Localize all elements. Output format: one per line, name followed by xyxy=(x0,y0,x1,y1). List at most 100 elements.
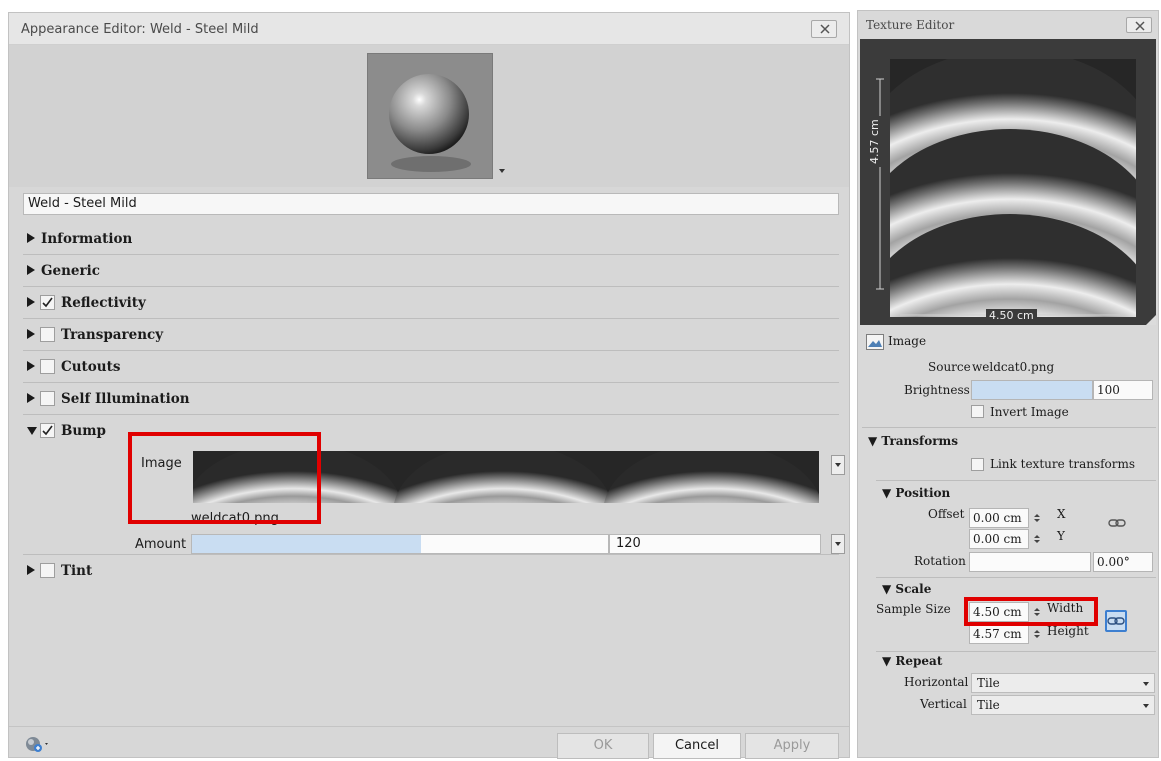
link-scale-icon[interactable] xyxy=(1105,610,1127,632)
footer-divider xyxy=(9,726,849,727)
source-label: Source xyxy=(928,360,971,374)
brightness-label: Brightness xyxy=(904,383,970,397)
brightness-slider-fill xyxy=(972,381,1092,399)
divider xyxy=(876,651,1156,652)
source-value[interactable]: weldcat0.png xyxy=(972,360,1054,374)
repeat-header[interactable]: ▼ Repeat xyxy=(882,654,942,668)
offset-y-spinner-icon[interactable] xyxy=(1030,530,1044,548)
section-transparency[interactable]: Transparency xyxy=(23,319,839,351)
image-thumbnail-icon xyxy=(866,334,884,354)
brightness-value-field[interactable]: 100 xyxy=(1093,380,1153,400)
add-material-icon xyxy=(26,737,48,752)
horizontal-label: Horizontal xyxy=(904,675,969,689)
section-label: Reflectivity xyxy=(61,295,146,311)
sample-height-field[interactable]: 4.57 cm xyxy=(969,624,1029,644)
offset-x-field[interactable]: 0.00 cm xyxy=(969,508,1029,528)
bump-image-dropdown[interactable] xyxy=(831,455,845,475)
bump-checkbox[interactable] xyxy=(40,423,55,438)
self-illumination-checkbox[interactable] xyxy=(40,391,55,406)
cutouts-checkbox[interactable] xyxy=(40,359,55,374)
link-texture-transforms-checkbox[interactable] xyxy=(971,458,984,471)
texture-editor-titlebar: Texture Editor xyxy=(858,11,1158,39)
material-swatch[interactable] xyxy=(367,53,493,179)
collapse-arrow-icon[interactable] xyxy=(27,427,37,435)
image-section-header: Image xyxy=(888,334,927,348)
appearance-editor-panel: Appearance Editor: Weld - Steel Mild Wel… xyxy=(8,12,850,759)
vertical-label: Vertical xyxy=(920,697,967,711)
repeat-header-label: Repeat xyxy=(895,654,943,668)
expand-arrow-icon[interactable] xyxy=(27,329,35,339)
expand-arrow-icon[interactable] xyxy=(27,565,35,575)
section-self-illumination[interactable]: Self Illumination xyxy=(23,383,839,415)
section-tint[interactable]: Tint xyxy=(23,555,839,587)
expand-arrow-icon[interactable] xyxy=(27,265,35,275)
section-label: Information xyxy=(41,231,133,247)
offset-label: Offset xyxy=(928,507,965,521)
offset-x-spinner-icon[interactable] xyxy=(1030,509,1044,527)
material-name-field[interactable]: Weld - Steel Mild xyxy=(23,193,839,215)
section-label: Transparency xyxy=(61,327,164,343)
section-label: Tint xyxy=(61,563,93,579)
amount-slider[interactable] xyxy=(191,534,609,554)
material-preview-area xyxy=(9,45,849,187)
amount-slider-fill xyxy=(192,535,421,553)
amount-dropdown[interactable] xyxy=(831,534,845,554)
weld-texture-preview xyxy=(876,59,1156,325)
section-cutouts[interactable]: Cutouts xyxy=(23,351,839,383)
divider xyxy=(876,577,1156,578)
expand-arrow-icon[interactable] xyxy=(27,361,35,371)
sphere-preview-icon xyxy=(389,74,471,172)
expand-arrow-icon[interactable] xyxy=(27,393,35,403)
section-label: Cutouts xyxy=(61,359,121,375)
offset-y-field[interactable]: 0.00 cm xyxy=(969,529,1029,549)
swatch-menu-arrow-icon[interactable] xyxy=(499,169,505,173)
rotation-label: Rotation xyxy=(914,554,966,568)
texture-editor-panel: Texture Editor 4.57 cm 4.50 cm Image Sou… xyxy=(857,10,1159,758)
section-information[interactable]: Information xyxy=(23,223,839,255)
expand-arrow-icon[interactable] xyxy=(27,297,35,307)
invert-image-label: Invert Image xyxy=(990,405,1069,419)
rotation-slider[interactable] xyxy=(969,552,1091,572)
scale-header[interactable]: ▼ Scale xyxy=(882,582,931,596)
divider xyxy=(862,427,1156,428)
ok-button[interactable]: OK xyxy=(557,733,649,759)
height-label: Height xyxy=(1047,624,1089,638)
rotation-value-field[interactable]: 0.00° xyxy=(1093,552,1153,572)
close-icon[interactable] xyxy=(811,20,837,38)
brightness-slider[interactable] xyxy=(971,380,1093,400)
position-header-label: Position xyxy=(895,486,951,500)
texture-preview[interactable]: 4.57 cm 4.50 cm xyxy=(860,39,1156,325)
texture-editor-title: Texture Editor xyxy=(866,18,955,32)
apply-button[interactable]: Apply xyxy=(745,733,839,759)
section-generic[interactable]: Generic xyxy=(23,255,839,287)
reflectivity-checkbox[interactable] xyxy=(40,295,55,310)
link-chain-icon[interactable] xyxy=(1108,517,1126,532)
position-header[interactable]: ▼ Position xyxy=(882,486,950,500)
transforms-header[interactable]: ▼ Transforms xyxy=(868,434,958,448)
sample-size-label: Sample Size xyxy=(876,602,951,616)
section-label: Bump xyxy=(61,423,106,439)
invert-image-checkbox[interactable] xyxy=(971,405,984,418)
tint-checkbox[interactable] xyxy=(40,563,55,578)
width-highlight-box xyxy=(964,597,1098,626)
check-icon xyxy=(42,297,53,308)
add-asset-menu[interactable] xyxy=(25,735,53,757)
vertical-repeat-select[interactable]: Tile xyxy=(971,695,1155,715)
section-reflectivity[interactable]: Reflectivity xyxy=(23,287,839,319)
divider xyxy=(876,480,1156,481)
scale-header-label: Scale xyxy=(895,582,932,596)
cancel-button[interactable]: Cancel xyxy=(653,733,741,759)
height-spinner-icon[interactable] xyxy=(1030,625,1044,643)
amount-label: Amount xyxy=(135,537,187,552)
section-label: Generic xyxy=(41,263,100,279)
expand-arrow-icon[interactable] xyxy=(27,233,35,243)
transparency-checkbox[interactable] xyxy=(40,327,55,342)
appearance-editor-title: Appearance Editor: Weld - Steel Mild xyxy=(21,22,259,37)
offset-x-label: X xyxy=(1057,507,1066,521)
horizontal-repeat-select[interactable]: Tile xyxy=(971,673,1155,693)
amount-value-field[interactable]: 120 xyxy=(609,534,821,554)
preview-height-label: 4.57 cm xyxy=(868,116,881,167)
image-highlight-box xyxy=(128,432,321,524)
close-icon[interactable] xyxy=(1126,17,1152,33)
offset-y-label: Y xyxy=(1057,529,1065,543)
